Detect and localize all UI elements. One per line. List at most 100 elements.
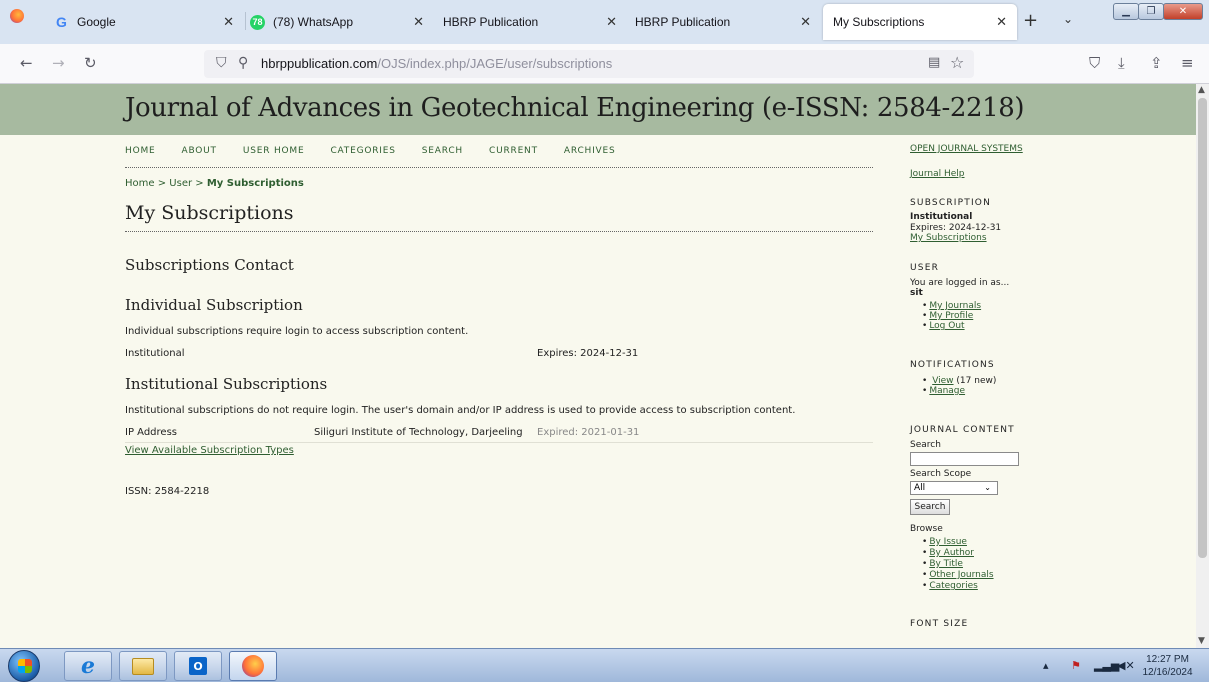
tab-label: (78) WhatsApp [273, 15, 354, 29]
link-text[interactable]: Other Journals [929, 570, 993, 580]
network-icon[interactable]: ▂▃▅ [1094, 659, 1119, 672]
browse-by-issue[interactable]: By Issue [922, 537, 967, 547]
tab-label: Google [77, 15, 116, 29]
whatsapp-icon: 78 [250, 14, 265, 30]
link-text[interactable]: By Issue [929, 537, 967, 547]
divider [125, 231, 873, 232]
individual-description: Individual subscriptions require login t… [125, 326, 469, 337]
taskbar-internet-explorer[interactable]: e [64, 651, 112, 681]
reload-icon[interactable]: ↻ [84, 54, 97, 72]
browse-other-journals[interactable]: Other Journals [922, 570, 993, 580]
view-subscription-types-link[interactable]: View Available Subscription Types [125, 445, 294, 456]
journal-nav-menu: HOME ABOUT USER HOME CATEGORIES SEARCH C… [125, 146, 873, 168]
notifications-view-link[interactable]: View [932, 376, 953, 386]
nav-archives[interactable]: ARCHIVES [564, 146, 616, 167]
notifications-manage-item[interactable]: Manage [922, 386, 965, 396]
connection-info-icon[interactable]: ⚲ [238, 55, 248, 71]
search-button[interactable]: Search [910, 499, 950, 515]
nav-search[interactable]: SEARCH [422, 146, 463, 167]
scrollbar-thumb[interactable] [1198, 98, 1207, 558]
browse-categories[interactable]: Categories [922, 581, 978, 591]
taskbar-outlook[interactable]: O [174, 651, 222, 681]
breadcrumb-home[interactable]: Home [125, 178, 155, 189]
search-scope-select[interactable]: All ⌄ [910, 481, 998, 495]
action-center-icon[interactable]: ⚑ [1071, 659, 1081, 672]
link-text[interactable]: My Profile [929, 311, 973, 321]
tab-whatsapp[interactable]: 78 (78) WhatsApp ✕ [240, 4, 434, 40]
close-tab-icon[interactable]: ✕ [800, 14, 811, 30]
page-scrollbar[interactable]: ▲ ▼ [1196, 84, 1209, 648]
url-bar[interactable]: ⛉ ⚲ hbrppublication.com/OJS/index.php/JA… [204, 50, 974, 78]
link-text[interactable]: My Journals [929, 301, 981, 311]
share-icon[interactable]: ⇪ [1150, 54, 1163, 72]
journal-title: Journal of Advances in Geotechnical Engi… [125, 93, 1025, 123]
journal-help-link[interactable]: Journal Help [910, 169, 965, 179]
link-text[interactable]: Log Out [929, 321, 964, 331]
tab-hbrp-2[interactable]: HBRP Publication ✕ [625, 4, 821, 40]
nav-current[interactable]: CURRENT [489, 146, 538, 167]
page-title: My Subscriptions [125, 202, 294, 224]
start-button[interactable] [8, 650, 40, 682]
font-size-block-title: FONT SIZE [910, 619, 969, 629]
search-input[interactable] [910, 452, 1019, 466]
browse-label: Browse [910, 524, 943, 534]
browse-by-title[interactable]: By Title [922, 559, 963, 569]
link-text[interactable]: By Title [929, 559, 963, 569]
tray-expand-icon[interactable]: ▴ [1043, 659, 1049, 672]
scroll-down-icon[interactable]: ▼ [1198, 636, 1205, 646]
nav-about[interactable]: ABOUT [182, 146, 217, 167]
open-journal-systems-link[interactable]: OPEN JOURNAL SYSTEMS [910, 144, 1023, 154]
institutional-description: Institutional subscriptions do not requi… [125, 405, 796, 416]
outlook-icon: O [189, 657, 207, 675]
system-clock[interactable]: 12:27 PM 12/16/2024 [1130, 653, 1205, 679]
journal-content-block-title: JOURNAL CONTENT [910, 425, 1015, 435]
notifications-manage-link[interactable]: Manage [929, 386, 965, 396]
link-text[interactable]: By Author [929, 548, 974, 558]
reader-view-icon[interactable]: ▤ [928, 55, 940, 70]
tab-google[interactable]: G Google ✕ [44, 4, 244, 40]
forward-icon[interactable]: → [52, 54, 65, 72]
taskbar-file-explorer[interactable] [119, 651, 167, 681]
link-text[interactable]: Categories [929, 581, 978, 591]
page-content: Journal of Advances in Geotechnical Engi… [0, 84, 1196, 648]
close-tab-icon[interactable]: ✕ [413, 14, 424, 30]
breadcrumb-user[interactable]: User [169, 178, 192, 189]
institutional-subscription-type: IP Address [125, 427, 177, 438]
back-icon[interactable]: ← [20, 54, 33, 72]
firefox-menu-icon[interactable] [10, 9, 24, 23]
downloads-icon[interactable]: ⤓ [1118, 54, 1125, 72]
google-icon: G [56, 14, 67, 30]
breadcrumb: Home > User > My Subscriptions [125, 178, 304, 189]
nav-categories[interactable]: CATEGORIES [330, 146, 395, 167]
nav-user-home[interactable]: USER HOME [243, 146, 305, 167]
maximize-icon[interactable]: ❐ [1138, 3, 1164, 20]
minimize-icon[interactable]: ▁ [1113, 3, 1139, 20]
app-menu-icon[interactable]: ≡ [1181, 54, 1194, 72]
close-tab-icon[interactable]: ✕ [606, 14, 617, 30]
new-tab-icon[interactable]: + [1023, 10, 1038, 31]
close-tab-icon[interactable]: ✕ [223, 14, 234, 30]
individual-subscription-expiry: Expires: 2024-12-31 [537, 348, 639, 359]
my-profile-link[interactable]: My Profile [922, 311, 973, 321]
row-divider [125, 442, 873, 443]
list-all-tabs-icon[interactable]: ⌄ [1063, 12, 1073, 26]
log-out-link[interactable]: Log Out [922, 321, 964, 331]
breadcrumb-current[interactable]: My Subscriptions [207, 178, 304, 189]
tracking-shield-icon[interactable]: ⛉ [216, 55, 227, 71]
tab-hbrp-1[interactable]: HBRP Publication ✕ [433, 4, 627, 40]
browse-by-author[interactable]: By Author [922, 548, 974, 558]
tab-my-subscriptions[interactable]: My Subscriptions ✕ [823, 4, 1017, 40]
url-text[interactable]: hbrppublication.com/OJS/index.php/JAGE/u… [261, 56, 612, 71]
my-journals-link[interactable]: My Journals [922, 301, 981, 311]
close-window-icon[interactable]: ✕ [1163, 3, 1203, 20]
bookmark-star-icon[interactable]: ☆ [950, 53, 964, 72]
taskbar-firefox[interactable] [229, 651, 277, 681]
my-subscriptions-link[interactable]: My Subscriptions [910, 233, 987, 243]
issn-text: ISSN: 2584-2218 [125, 486, 210, 497]
journal-header: Journal of Advances in Geotechnical Engi… [0, 84, 1196, 135]
individual-subscription-heading: Individual Subscription [125, 296, 303, 314]
pocket-icon[interactable]: ⛉ [1089, 54, 1100, 72]
scroll-up-icon[interactable]: ▲ [1198, 85, 1205, 95]
close-tab-icon[interactable]: ✕ [996, 14, 1007, 30]
nav-home[interactable]: HOME [125, 146, 156, 167]
